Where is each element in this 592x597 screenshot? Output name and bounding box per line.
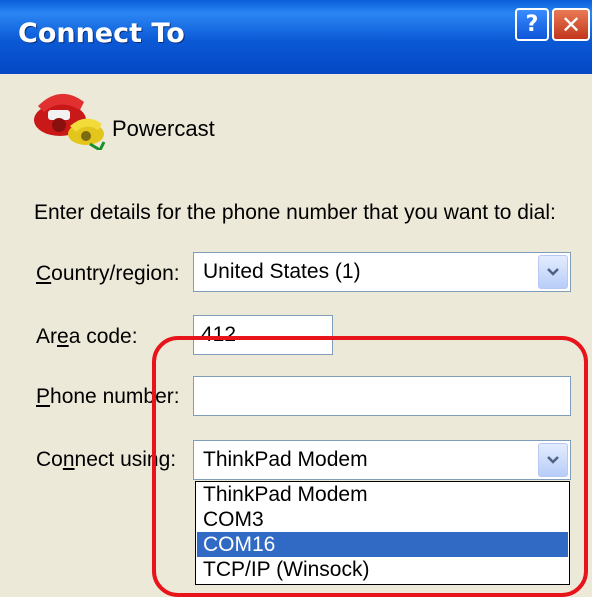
- instructions-text: Enter details for the phone number that …: [34, 201, 556, 224]
- country-label: Country/region:: [36, 262, 180, 285]
- country-select[interactable]: United States (1): [193, 252, 571, 292]
- phone-icon: [34, 93, 106, 150]
- country-value: United States (1): [203, 260, 361, 283]
- close-button[interactable]: ✕: [552, 8, 590, 41]
- country-accelerator: C: [36, 262, 52, 285]
- highlight-annotation-ring: [152, 336, 588, 597]
- country-dropdown-button[interactable]: [538, 255, 568, 289]
- phone-number-accelerator: P: [36, 385, 51, 408]
- connect-using-accelerator: n: [62, 448, 75, 471]
- connection-name: Powercast: [112, 116, 215, 141]
- area-code-accelerator: e: [57, 325, 69, 348]
- chevron-down-icon: [547, 268, 559, 276]
- title-bar[interactable]: Connect To ? ✕: [0, 0, 592, 74]
- window-title: Connect To: [18, 18, 185, 49]
- connect-to-dialog: Connect To ? ✕ Powercast Enter details f…: [0, 0, 592, 597]
- area-code-label: Area code:: [36, 325, 138, 348]
- help-button[interactable]: ?: [515, 8, 549, 41]
